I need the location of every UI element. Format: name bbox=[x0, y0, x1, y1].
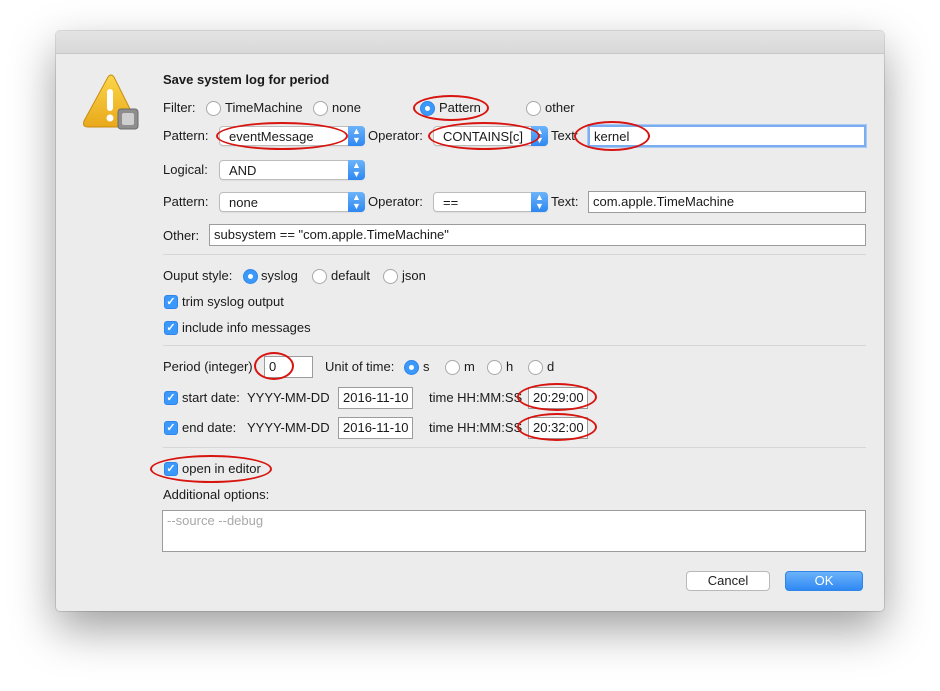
additional-options-label: Additional options: bbox=[163, 487, 270, 502]
pattern1-label: Pattern: bbox=[163, 128, 209, 143]
filter-option-other-label: other bbox=[545, 100, 575, 115]
unit-radio-m[interactable] bbox=[445, 360, 460, 375]
warning-icon bbox=[83, 74, 139, 130]
pattern2-value: none bbox=[229, 195, 258, 210]
logical-label: Logical: bbox=[163, 162, 208, 177]
output-option-syslog-label: syslog bbox=[261, 268, 298, 283]
unit-s-label: s bbox=[423, 359, 430, 374]
additional-options-placeholder: --source --debug bbox=[167, 513, 264, 528]
start-time-value: 20:29:00 bbox=[533, 390, 584, 405]
filter-label: Filter: bbox=[163, 100, 196, 115]
open-in-editor-checkbox[interactable]: ✓ bbox=[164, 462, 178, 476]
unit-d-label: d bbox=[547, 359, 555, 374]
end-time-label: time HH:MM:SS bbox=[429, 420, 523, 435]
unit-radio-s[interactable] bbox=[404, 360, 419, 375]
separator bbox=[163, 345, 866, 346]
end-date-label: end date: bbox=[182, 420, 237, 435]
cancel-button[interactable]: Cancel bbox=[686, 571, 770, 591]
end-date-field[interactable]: 2016-11-10 bbox=[338, 417, 413, 439]
other-label: Other: bbox=[163, 228, 200, 243]
period-value: 0 bbox=[269, 359, 277, 374]
end-date-checkbox[interactable]: ✓ bbox=[164, 421, 178, 435]
operator1-popup[interactable]: CONTAINS[c] ▲ ▼ bbox=[433, 126, 548, 146]
dialog-title: Save system log for period bbox=[163, 72, 330, 87]
text1-field[interactable]: kernel bbox=[588, 125, 866, 147]
filter-option-none-label: none bbox=[332, 100, 361, 115]
output-option-default-label: default bbox=[331, 268, 371, 283]
end-time-field[interactable]: 20:32:00 bbox=[528, 417, 588, 439]
chevron-updown-icon: ▲ ▼ bbox=[348, 192, 365, 212]
chevron-updown-icon: ▲ ▼ bbox=[531, 192, 548, 212]
text2-field[interactable]: com.apple.TimeMachine bbox=[588, 191, 866, 213]
filter-radio-none[interactable] bbox=[313, 101, 328, 116]
include-info-label: include info messages bbox=[182, 320, 311, 335]
output-style-label: Ouput style: bbox=[163, 268, 233, 283]
other-value: subsystem == "com.apple.TimeMachine" bbox=[214, 227, 449, 242]
other-field[interactable]: subsystem == "com.apple.TimeMachine" bbox=[209, 224, 866, 246]
unit-h-label: h bbox=[506, 359, 514, 374]
filter-option-timemachine-label: TimeMachine bbox=[225, 100, 303, 115]
dialog-titlebar bbox=[56, 31, 884, 54]
end-date-value: 2016-11-10 bbox=[343, 420, 409, 435]
unit-m-label: m bbox=[464, 359, 475, 374]
chevron-updown-icon: ▲ ▼ bbox=[348, 126, 365, 146]
operator1-value: CONTAINS[c] bbox=[443, 129, 523, 144]
text1-value: kernel bbox=[594, 129, 630, 144]
open-in-editor-label: open in editor bbox=[182, 461, 261, 476]
pattern1-value: eventMessage bbox=[229, 129, 314, 144]
unit-radio-d[interactable] bbox=[528, 360, 543, 375]
unit-radio-h[interactable] bbox=[487, 360, 502, 375]
separator bbox=[163, 447, 866, 448]
start-time-field[interactable]: 20:29:00 bbox=[528, 387, 588, 409]
pattern2-popup[interactable]: none ▲ ▼ bbox=[219, 192, 365, 212]
chevron-updown-icon: ▲ ▼ bbox=[348, 160, 365, 180]
chevron-updown-icon: ▲ ▼ bbox=[531, 126, 548, 146]
ok-button[interactable]: OK bbox=[785, 571, 863, 591]
trim-syslog-checkbox[interactable]: ✓ bbox=[164, 295, 178, 309]
additional-options-field[interactable]: --source --debug bbox=[162, 510, 866, 552]
trim-syslog-label: trim syslog output bbox=[182, 294, 284, 309]
text2-label: Text: bbox=[551, 194, 579, 209]
operator2-popup[interactable]: == ▲ ▼ bbox=[433, 192, 548, 212]
start-time-label: time HH:MM:SS bbox=[429, 390, 523, 405]
filter-radio-pattern[interactable] bbox=[420, 101, 435, 116]
pattern2-label: Pattern: bbox=[163, 194, 209, 209]
filter-radio-other[interactable] bbox=[526, 101, 541, 116]
start-date-format: YYYY-MM-DD bbox=[247, 390, 330, 405]
operator1-label: Operator: bbox=[368, 128, 423, 143]
separator bbox=[163, 254, 866, 255]
start-date-field[interactable]: 2016-11-10 bbox=[338, 387, 413, 409]
logical-value: AND bbox=[229, 163, 257, 178]
filter-option-pattern-label: Pattern bbox=[439, 100, 481, 115]
logical-popup[interactable]: AND ▲ ▼ bbox=[219, 160, 365, 180]
operator2-value: == bbox=[443, 195, 459, 210]
output-radio-syslog[interactable] bbox=[243, 269, 258, 284]
start-date-value: 2016-11-10 bbox=[343, 390, 409, 405]
operator2-label: Operator: bbox=[368, 194, 423, 209]
output-option-json-label: json bbox=[402, 268, 426, 283]
period-label: Period (integer) bbox=[163, 359, 253, 374]
start-date-checkbox[interactable]: ✓ bbox=[164, 391, 178, 405]
start-date-label: start date: bbox=[182, 390, 240, 405]
output-radio-json[interactable] bbox=[383, 269, 398, 284]
text1-label: Text: bbox=[551, 128, 579, 143]
include-info-checkbox[interactable]: ✓ bbox=[164, 321, 178, 335]
pattern1-popup[interactable]: eventMessage ▲ ▼ bbox=[219, 126, 365, 146]
save-log-dialog: Save system log for period Filter: TimeM… bbox=[56, 31, 884, 611]
period-field[interactable]: 0 bbox=[264, 356, 313, 378]
end-date-format: YYYY-MM-DD bbox=[247, 420, 330, 435]
filter-radio-timemachine[interactable] bbox=[206, 101, 221, 116]
end-time-value: 20:32:00 bbox=[533, 420, 584, 435]
unit-of-time-label: Unit of time: bbox=[325, 359, 395, 374]
output-radio-default[interactable] bbox=[312, 269, 327, 284]
text2-value: com.apple.TimeMachine bbox=[593, 194, 735, 209]
